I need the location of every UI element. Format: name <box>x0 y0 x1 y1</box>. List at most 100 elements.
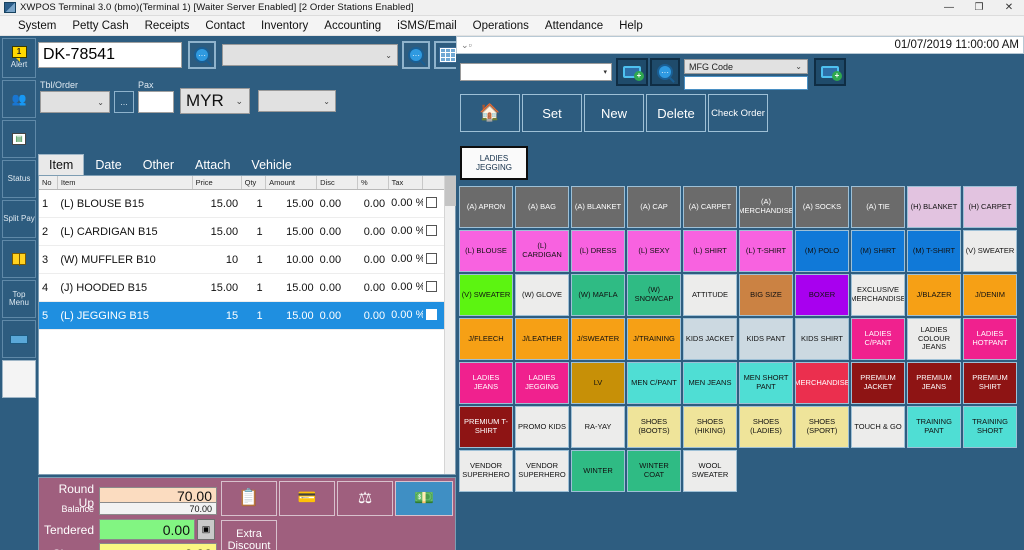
scrollbar-thumb[interactable] <box>445 176 456 206</box>
product-button[interactable]: LADIES JEGGING <box>515 362 569 404</box>
product-search-combo[interactable]: ▾ <box>460 63 612 81</box>
sidebar-item-alert[interactable]: 1 Alert <box>2 38 36 78</box>
set-button[interactable]: Set <box>522 94 582 132</box>
product-button[interactable]: WOOL SWEATER <box>683 450 737 492</box>
product-button[interactable]: VENDOR SUPERHERO <box>459 450 513 492</box>
product-button[interactable]: (A) APRON <box>459 186 513 228</box>
category-tab-ladies-jegging[interactable]: LADIES JEGGING <box>460 146 528 180</box>
sidebar-item-books[interactable] <box>2 240 36 278</box>
invoice-number-input[interactable]: DK-78541 <box>38 42 182 68</box>
mfg-code-combo[interactable]: MFG Code ⌄ <box>684 59 808 74</box>
menu-item-petty-cash[interactable]: Petty Cash <box>64 18 136 34</box>
maximize-icon[interactable]: ❐ <box>964 0 994 16</box>
scale-payment-button[interactable]: ⚖ <box>337 481 393 516</box>
product-button[interactable]: (A) BLANKET <box>571 186 625 228</box>
product-button[interactable]: VENDOR SUPERHERO <box>515 450 569 492</box>
secondary-combo[interactable]: ⌄ <box>258 90 336 112</box>
sidebar-item-blank[interactable] <box>2 360 36 398</box>
product-button[interactable]: RA-YAY <box>571 406 625 448</box>
product-button[interactable]: WINTER <box>571 450 625 492</box>
menu-item-attendance[interactable]: Attendance <box>537 18 611 34</box>
product-button[interactable]: (A) CAP <box>627 186 681 228</box>
product-button[interactable]: PREMIUM JACKET <box>851 362 905 404</box>
product-button[interactable]: SHOES (LADIES) <box>739 406 793 448</box>
table-row[interactable]: 2 (L) CARDIGAN B15 15.00 1 15.00 0.00 0.… <box>39 217 455 246</box>
product-button[interactable]: J/BLAZER <box>907 274 961 316</box>
product-button[interactable]: LV <box>571 362 625 404</box>
product-button[interactable]: ATTITUDE <box>683 274 737 316</box>
product-button[interactable]: LADIES COLOUR JEANS <box>907 318 961 360</box>
product-button[interactable]: KIDS PANT <box>739 318 793 360</box>
tab-date[interactable]: Date <box>85 155 131 175</box>
product-button[interactable]: (H) CARPET <box>963 186 1017 228</box>
product-button[interactable]: SHOES (HIKING) <box>683 406 737 448</box>
product-button[interactable]: (L) SHIRT <box>683 230 737 272</box>
product-button[interactable]: MEN SHORT PANT <box>739 362 793 404</box>
product-button[interactable]: (A) TIE <box>851 186 905 228</box>
row-checkbox[interactable] <box>425 280 437 292</box>
product-button[interactable]: (W) SNOWCAP <box>627 274 681 316</box>
product-button[interactable]: (H) BLANKET <box>907 186 961 228</box>
extra-discount-button[interactable]: Extra Discount <box>221 520 277 550</box>
product-button[interactable]: TRAINING SHORT <box>963 406 1017 448</box>
product-button[interactable]: BOXER <box>795 274 849 316</box>
row-checkbox[interactable] <box>425 224 437 236</box>
product-button[interactable]: WINTER COAT <box>627 450 681 492</box>
product-button[interactable]: EXCLUSIVE MERCHANDISE <box>851 274 905 316</box>
clipboard-payment-button[interactable]: 📋 <box>221 481 277 516</box>
product-button[interactable]: PREMIUM SHIRT <box>963 362 1017 404</box>
menu-item-contact[interactable]: Contact <box>197 18 253 34</box>
product-button[interactable]: J/TRAINING <box>627 318 681 360</box>
product-button[interactable]: (L) DRESS <box>571 230 625 272</box>
menu-item-help[interactable]: Help <box>611 18 651 34</box>
mfg-code-input[interactable] <box>684 76 808 90</box>
product-button[interactable]: J/DENIM <box>963 274 1017 316</box>
product-button[interactable]: TRAINING PANT <box>907 406 961 448</box>
product-button[interactable]: (M) POLO <box>795 230 849 272</box>
tab-attach[interactable]: Attach <box>185 155 240 175</box>
product-button[interactable]: (V) SWEATER <box>459 274 513 316</box>
product-button[interactable]: PROMO KIDS <box>515 406 569 448</box>
cash-payment-button[interactable]: 💵 <box>395 481 453 516</box>
sidebar-item-top-menu[interactable]: Top Menu <box>2 280 36 318</box>
product-button[interactable]: PREMIUM JEANS <box>907 362 961 404</box>
tab-vehicle[interactable]: Vehicle <box>241 155 301 175</box>
tbl-order-browse-button[interactable]: ... <box>114 91 134 113</box>
menu-item-inventory[interactable]: Inventory <box>253 18 316 34</box>
product-button[interactable]: (L) CARDIGAN <box>515 230 569 272</box>
product-button[interactable]: (W) GLOVE <box>515 274 569 316</box>
sidebar-item-split-pay[interactable]: Split Pay <box>2 200 36 238</box>
sidebar-item-cash-drawer[interactable] <box>2 320 36 358</box>
product-button[interactable]: LADIES JEANS <box>459 362 513 404</box>
close-icon[interactable]: ✕ <box>994 0 1024 16</box>
home-button[interactable]: 🏠 <box>460 94 520 132</box>
product-button[interactable]: (A) SOCKS <box>795 186 849 228</box>
product-button[interactable]: MERCHANDISE <box>795 362 849 404</box>
product-button[interactable]: J/SWEATER <box>571 318 625 360</box>
product-search-button[interactable]: ··· <box>650 58 680 86</box>
items-scrollbar[interactable] <box>444 176 456 474</box>
product-button[interactable]: J/FLEECH <box>459 318 513 360</box>
invoice-search-button[interactable]: ··· <box>188 41 216 69</box>
table-row[interactable]: 5 (L) JEGGING B15 15 1 15.00 0.00 0.00 0… <box>39 301 455 330</box>
menu-item-accounting[interactable]: Accounting <box>316 18 389 34</box>
table-row[interactable]: 1 (L) BLOUSE B15 15.00 1 15.00 0.00 0.00… <box>39 189 455 218</box>
product-button[interactable]: KIDS JACKET <box>683 318 737 360</box>
sidebar-item-receipt[interactable]: ▤ <box>2 120 36 158</box>
calculator-icon[interactable]: ▣ <box>197 519 215 540</box>
product-button[interactable]: TOUCH & GO <box>851 406 905 448</box>
product-button[interactable]: (M) SHIRT <box>851 230 905 272</box>
order-items-grid[interactable]: No Item Price Qty Amount Disc % Tax 1 (L… <box>38 175 456 475</box>
product-button[interactable]: (M) T-SHIRT <box>907 230 961 272</box>
sidebar-item-waiters[interactable]: 👥 <box>2 80 36 118</box>
sidebar-item-status[interactable]: Status <box>2 160 36 198</box>
currency-combo[interactable]: MYR ⌄ <box>180 88 250 114</box>
row-checkbox[interactable] <box>425 252 437 264</box>
product-button[interactable]: LADIES C/PANT <box>851 318 905 360</box>
product-button[interactable]: J/LEATHER <box>515 318 569 360</box>
product-button[interactable]: (W) MAFLA <box>571 274 625 316</box>
product-button[interactable]: SHOES (SPORT) <box>795 406 849 448</box>
product-button[interactable]: LADIES HOTPANT <box>963 318 1017 360</box>
product-button[interactable]: (L) T-SHIRT <box>739 230 793 272</box>
add-mfg-button[interactable] <box>814 58 846 86</box>
